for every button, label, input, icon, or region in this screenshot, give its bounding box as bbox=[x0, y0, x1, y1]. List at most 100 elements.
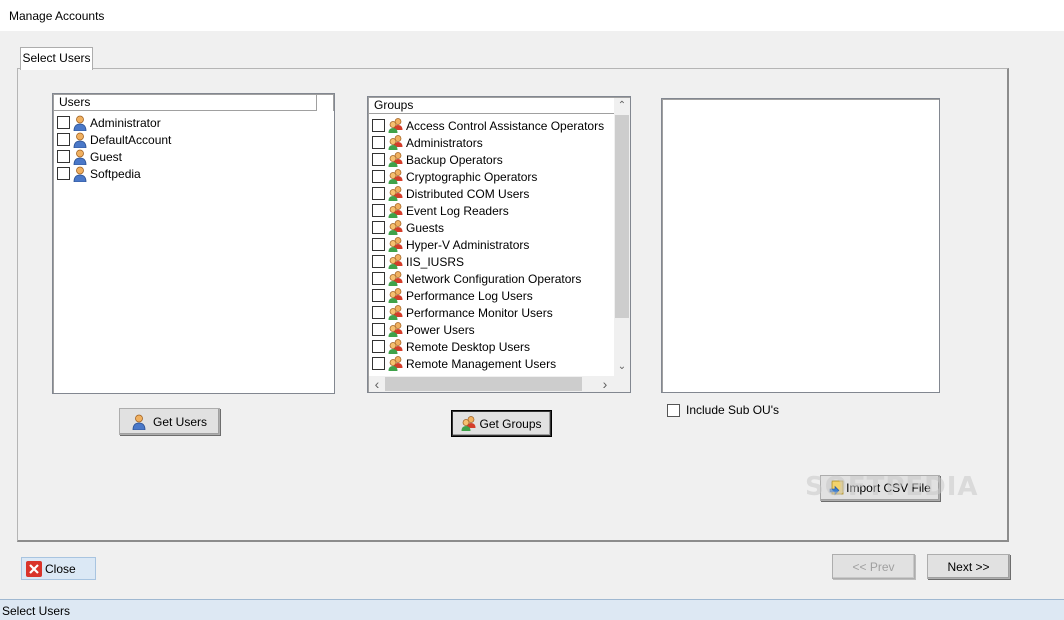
group-label: Cryptographic Operators bbox=[406, 169, 538, 184]
status-bar: Select Users bbox=[0, 599, 1064, 620]
import-csv-label: Import CSV File bbox=[846, 481, 931, 495]
get-users-button[interactable]: Get Users bbox=[119, 408, 220, 435]
group-list-item[interactable]: Power Users bbox=[372, 321, 475, 338]
group-list-item[interactable]: Hyper-V Administrators bbox=[372, 236, 529, 253]
user-list-item[interactable]: DefaultAccount bbox=[57, 131, 171, 148]
group-label: IIS_IUSRS bbox=[406, 254, 465, 269]
group-checkbox[interactable] bbox=[372, 272, 385, 285]
group-icon bbox=[388, 220, 403, 235]
groups-vertical-scrollbar[interactable]: ⌃ ⌄ bbox=[614, 98, 630, 376]
csv-import-icon bbox=[829, 480, 844, 496]
group-list-item[interactable]: Administrators bbox=[372, 134, 483, 151]
column-separator-end bbox=[333, 95, 334, 111]
user-icon bbox=[73, 115, 87, 131]
close-button[interactable]: Close bbox=[21, 557, 96, 580]
group-label: Guests bbox=[406, 220, 445, 235]
group-checkbox[interactable] bbox=[372, 238, 385, 251]
group-checkbox[interactable] bbox=[372, 204, 385, 217]
group-list-item[interactable]: Network Configuration Operators bbox=[372, 270, 581, 287]
scroll-up-icon[interactable]: ⌃ bbox=[614, 98, 630, 114]
scroll-left-icon[interactable]: ‹ bbox=[369, 376, 385, 392]
users-listbox[interactable]: Users Administrator DefaultAccount Guest So… bbox=[52, 93, 335, 394]
group-label: Event Log Readers bbox=[406, 203, 509, 218]
group-icon bbox=[388, 135, 403, 150]
groups-rows: Access Control Assistance Operators Admin… bbox=[368, 97, 614, 375]
group-checkbox[interactable] bbox=[372, 289, 385, 302]
get-groups-button[interactable]: Get Groups bbox=[451, 410, 552, 437]
group-checkbox[interactable] bbox=[372, 306, 385, 319]
group-list-item[interactable]: Remote Management Users bbox=[372, 355, 556, 372]
user-list-item[interactable]: Guest bbox=[57, 148, 122, 165]
user-list-item[interactable]: Softpedia bbox=[57, 165, 141, 182]
get-users-label: Get Users bbox=[152, 414, 207, 429]
import-csv-button[interactable]: Import CSV File bbox=[820, 475, 940, 501]
group-list-item[interactable]: Distributed COM Users bbox=[372, 185, 529, 202]
column-separator[interactable] bbox=[316, 95, 317, 111]
group-icon bbox=[388, 169, 403, 184]
scroll-thumb[interactable] bbox=[615, 115, 629, 318]
user-checkbox[interactable] bbox=[57, 150, 70, 163]
group-checkbox[interactable] bbox=[372, 136, 385, 149]
next-label: Next >> bbox=[947, 559, 990, 574]
group-icon bbox=[388, 186, 403, 201]
group-checkbox[interactable] bbox=[372, 323, 385, 336]
ou-listbox[interactable] bbox=[661, 98, 940, 393]
group-list-item[interactable]: Cryptographic Operators bbox=[372, 168, 537, 185]
group-label: Network Configuration Operators bbox=[406, 271, 582, 286]
group-checkbox[interactable] bbox=[372, 340, 385, 353]
user-list-item[interactable]: Administrator bbox=[57, 114, 161, 131]
group-checkbox[interactable] bbox=[372, 255, 385, 268]
groups-horizontal-scrollbar[interactable]: ‹ › bbox=[369, 376, 614, 392]
group-icon bbox=[388, 237, 403, 252]
close-label: Close bbox=[45, 561, 76, 576]
scroll-right-icon[interactable]: › bbox=[597, 376, 613, 392]
group-list-item[interactable]: Backup Operators bbox=[372, 151, 503, 168]
group-list-item[interactable]: Remote Desktop Users bbox=[372, 338, 530, 355]
user-icon bbox=[132, 414, 146, 430]
prev-button[interactable]: << Prev bbox=[832, 554, 915, 579]
group-checkbox[interactable] bbox=[372, 153, 385, 166]
groups-listbox[interactable]: Groups Access Control Assistance Operato… bbox=[367, 96, 631, 393]
group-icon bbox=[388, 152, 403, 167]
group-list-item[interactable]: Access Control Assistance Operators bbox=[372, 117, 604, 134]
group-label: Power Users bbox=[406, 322, 475, 337]
user-label: DefaultAccount bbox=[90, 132, 172, 147]
users-column-header[interactable]: Users bbox=[54, 95, 317, 111]
group-checkbox[interactable] bbox=[372, 357, 385, 370]
group-label: Distributed COM Users bbox=[406, 186, 530, 201]
next-button[interactable]: Next >> bbox=[927, 554, 1010, 579]
scroll-thumb-horizontal[interactable] bbox=[385, 377, 582, 391]
user-icon bbox=[73, 149, 87, 165]
prev-label: << Prev bbox=[852, 559, 895, 574]
title-bar: Manage Accounts bbox=[0, 0, 1064, 31]
user-checkbox[interactable] bbox=[57, 167, 70, 180]
include-sub-ous-box[interactable] bbox=[667, 403, 680, 417]
window-title: Manage Accounts bbox=[9, 9, 105, 23]
group-icon bbox=[388, 254, 403, 269]
group-icon bbox=[388, 356, 403, 371]
user-label: Guest bbox=[90, 149, 123, 164]
close-icon bbox=[26, 560, 42, 577]
group-checkbox[interactable] bbox=[372, 119, 385, 132]
group-icon bbox=[388, 118, 403, 133]
group-icon bbox=[388, 271, 403, 286]
group-list-item[interactable]: Guests bbox=[372, 219, 444, 236]
group-icon bbox=[461, 416, 476, 431]
group-list-item[interactable]: Performance Log Users bbox=[372, 287, 533, 304]
group-checkbox[interactable] bbox=[372, 221, 385, 234]
group-label: Performance Monitor Users bbox=[406, 305, 553, 320]
group-list-item[interactable]: IIS_IUSRS bbox=[372, 253, 464, 270]
scroll-down-icon[interactable]: ⌄ bbox=[614, 359, 630, 375]
include-sub-ous-checkbox[interactable]: Include Sub OU's bbox=[667, 403, 779, 417]
group-list-item[interactable]: Event Log Readers bbox=[372, 202, 509, 219]
user-checkbox[interactable] bbox=[57, 133, 70, 146]
user-checkbox[interactable] bbox=[57, 116, 70, 129]
group-checkbox[interactable] bbox=[372, 170, 385, 183]
group-list-item[interactable]: Performance Monitor Users bbox=[372, 304, 553, 321]
tab-select-users[interactable]: Select Users bbox=[20, 47, 93, 70]
group-checkbox[interactable] bbox=[372, 187, 385, 200]
group-label: Backup Operators bbox=[406, 152, 503, 167]
group-label: Performance Log Users bbox=[406, 288, 533, 303]
user-icon bbox=[73, 132, 87, 148]
user-label: Administrator bbox=[90, 115, 161, 130]
